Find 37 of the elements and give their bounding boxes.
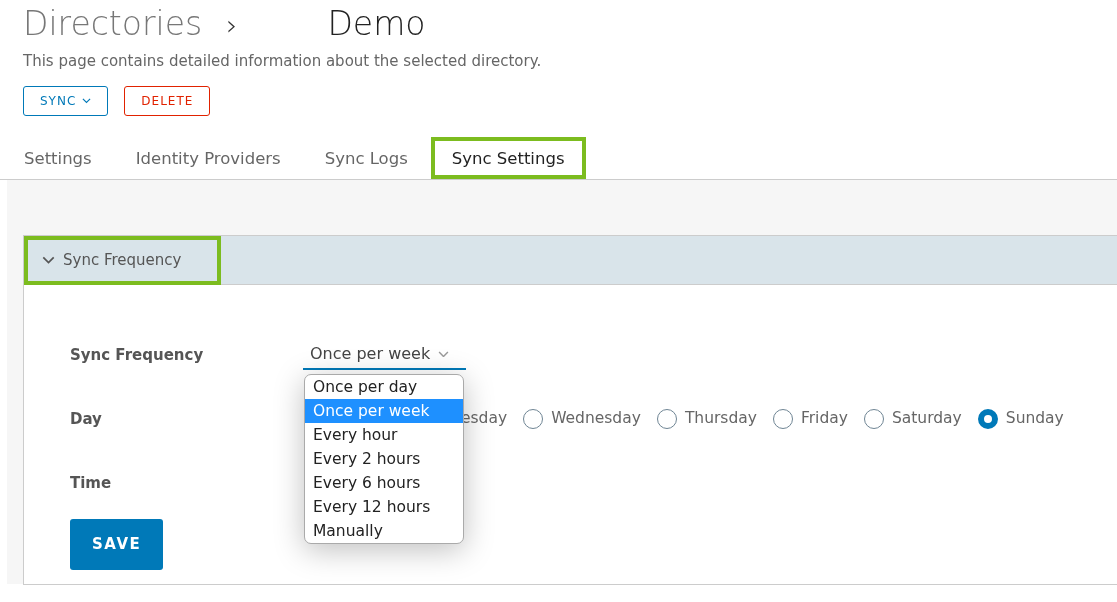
field-label: Time [70, 472, 113, 494]
tab[interactable]: Sync Settings [430, 137, 586, 180]
page-description: This page contains detailed information about the selected directory. [23, 50, 543, 72]
radio-button[interactable] [523, 409, 544, 430]
breadcrumb-link[interactable]: Directories [23, 4, 203, 44]
radio-option[interactable]: Friday [772, 407, 848, 431]
dropdown-option[interactable]: Every 6 hours [305, 471, 463, 496]
caret-icon [82, 98, 92, 104]
radio-option[interactable]: Thursday [656, 407, 757, 431]
field-label: Sync Frequency [70, 344, 205, 366]
radio-button[interactable] [656, 409, 677, 430]
breadcrumb-separator: › [226, 9, 238, 43]
save-button[interactable]: SAVE [70, 519, 164, 570]
field-label: Day [70, 408, 103, 430]
dropdown-option[interactable]: Every hour [305, 423, 463, 448]
page-title: Demo [327, 4, 426, 44]
radio-button[interactable] [772, 409, 793, 430]
tab[interactable]: Settings [3, 137, 113, 180]
radio-button[interactable] [977, 409, 998, 430]
section-toggle[interactable]: Sync Frequency [24, 235, 222, 285]
radio-option[interactable]: Saturday [863, 407, 962, 431]
section-title: Sync Frequency [63, 249, 182, 271]
sync-button[interactable]: SYNC [23, 86, 109, 117]
dropdown-option[interactable]: Once per week [305, 399, 463, 424]
radio-button[interactable] [863, 409, 884, 430]
radio-option[interactable]: Wednesday [523, 407, 641, 431]
delete-button[interactable]: DELETE [124, 86, 211, 117]
radio-option[interactable]: Sunday [977, 407, 1064, 431]
dropdown-option[interactable]: Manually [305, 519, 463, 544]
dropdown-option[interactable]: Every 12 hours [305, 495, 463, 520]
frequency-select[interactable]: Once per week [303, 340, 466, 371]
dropdown-option[interactable]: Once per day [305, 375, 463, 400]
dropdown-option[interactable]: Every 2 hours [305, 447, 463, 472]
chevron-down-icon [42, 256, 55, 265]
tab[interactable]: Sync Logs [303, 137, 429, 180]
tab[interactable]: Identity Providers [114, 137, 302, 180]
caret-icon [438, 350, 450, 358]
